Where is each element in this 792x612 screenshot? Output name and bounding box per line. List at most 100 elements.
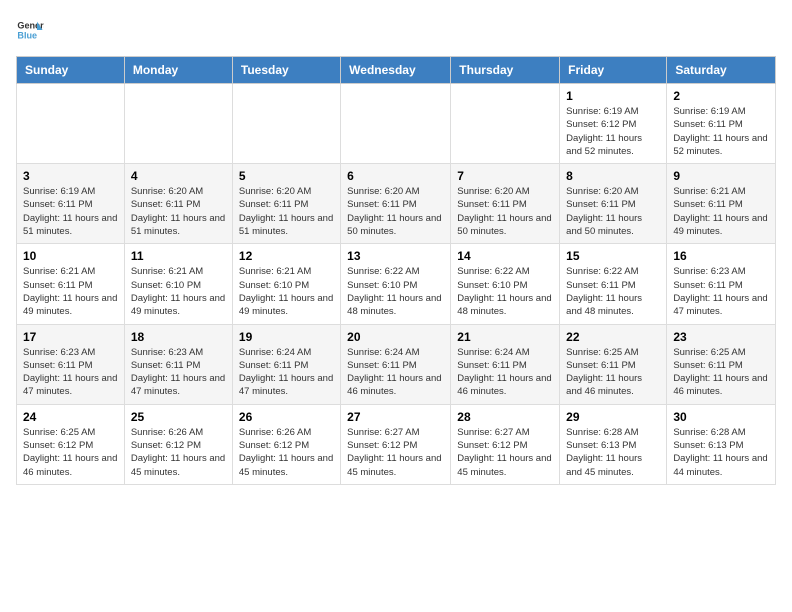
day-cell: 24Sunrise: 6:25 AMSunset: 6:12 PMDayligh…: [17, 404, 125, 484]
header-wednesday: Wednesday: [341, 57, 451, 84]
day-info: Sunrise: 6:28 AMSunset: 6:13 PMDaylight:…: [673, 426, 769, 479]
day-number: 2: [673, 89, 769, 103]
day-number: 29: [566, 410, 660, 424]
day-cell: 8Sunrise: 6:20 AMSunset: 6:11 PMDaylight…: [560, 164, 667, 244]
day-cell: 18 Sunrise: 6:23 AMSunset: 6:11 PMDayligh…: [124, 324, 232, 404]
day-cell: 30 Sunrise: 6:28 AMSunset: 6:13 PMDayligh…: [667, 404, 776, 484]
day-number: 30: [673, 410, 769, 424]
day-info: Sunrise: 6:20 AMSunset: 6:11 PMDaylight:…: [131, 185, 226, 238]
day-cell: 7 Sunrise: 6:20 AMSunset: 6:11 PMDaylight…: [451, 164, 560, 244]
day-number: 13: [347, 249, 444, 263]
day-cell: 13 Sunrise: 6:22 AMSunset: 6:10 PMDayligh…: [341, 244, 451, 324]
day-cell: 1 Sunrise: 6:19 AMSunset: 6:12 PMDaylight…: [560, 84, 667, 164]
day-number: 6: [347, 169, 444, 183]
day-cell: [451, 84, 560, 164]
day-cell: 4 Sunrise: 6:20 AMSunset: 6:11 PMDaylight…: [124, 164, 232, 244]
day-number: 5: [239, 169, 334, 183]
day-cell: 20 Sunrise: 6:24 AMSunset: 6:11 PMDayligh…: [341, 324, 451, 404]
day-cell: 2Sunrise: 6:19 AMSunset: 6:11 PMDaylight…: [667, 84, 776, 164]
day-info: Sunrise: 6:19 AMSunset: 6:11 PMDaylight:…: [23, 185, 118, 238]
day-info: Sunrise: 6:25 AMSunset: 6:11 PMDaylight:…: [673, 346, 769, 399]
day-cell: 10Sunrise: 6:21 AMSunset: 6:11 PMDayligh…: [17, 244, 125, 324]
day-cell: 11 Sunrise: 6:21 AMSunset: 6:10 PMDayligh…: [124, 244, 232, 324]
day-number: 14: [457, 249, 553, 263]
day-number: 23: [673, 330, 769, 344]
day-number: 25: [131, 410, 226, 424]
day-number: 16: [673, 249, 769, 263]
week-row-4: 17 Sunrise: 6:23 AMSunset: 6:11 PMDayligh…: [17, 324, 776, 404]
day-number: 7: [457, 169, 553, 183]
day-info: Sunrise: 6:21 AMSunset: 6:11 PMDaylight:…: [673, 185, 769, 238]
day-number: 22: [566, 330, 660, 344]
day-cell: [232, 84, 340, 164]
day-cell: 14 Sunrise: 6:22 AMSunset: 6:10 PMDayligh…: [451, 244, 560, 324]
day-info: Sunrise: 6:22 AMSunset: 6:10 PMDaylight:…: [347, 265, 444, 318]
day-cell: 9 Sunrise: 6:21 AMSunset: 6:11 PMDaylight…: [667, 164, 776, 244]
day-info: Sunrise: 6:22 AMSunset: 6:10 PMDaylight:…: [457, 265, 553, 318]
day-cell: 3Sunrise: 6:19 AMSunset: 6:11 PMDaylight…: [17, 164, 125, 244]
day-info: Sunrise: 6:28 AMSunset: 6:13 PMDaylight:…: [566, 426, 660, 479]
header-monday: Monday: [124, 57, 232, 84]
day-number: 17: [23, 330, 118, 344]
day-number: 27: [347, 410, 444, 424]
day-cell: 23 Sunrise: 6:25 AMSunset: 6:11 PMDayligh…: [667, 324, 776, 404]
day-number: 15: [566, 249, 660, 263]
day-cell: 5 Sunrise: 6:20 AMSunset: 6:11 PMDaylight…: [232, 164, 340, 244]
day-info: Sunrise: 6:21 AMSunset: 6:10 PMDaylight:…: [239, 265, 334, 318]
day-cell: 16Sunrise: 6:23 AMSunset: 6:11 PMDayligh…: [667, 244, 776, 324]
day-cell: 19 Sunrise: 6:24 AMSunset: 6:11 PMDayligh…: [232, 324, 340, 404]
day-number: 12: [239, 249, 334, 263]
header-sunday: Sunday: [17, 57, 125, 84]
header-friday: Friday: [560, 57, 667, 84]
day-info: Sunrise: 6:21 AMSunset: 6:10 PMDaylight:…: [131, 265, 226, 318]
header-saturday: Saturday: [667, 57, 776, 84]
day-info: Sunrise: 6:27 AMSunset: 6:12 PMDaylight:…: [457, 426, 553, 479]
day-number: 19: [239, 330, 334, 344]
day-cell: 27Sunrise: 6:27 AMSunset: 6:12 PMDayligh…: [341, 404, 451, 484]
day-cell: 29 Sunrise: 6:28 AMSunset: 6:13 PMDayligh…: [560, 404, 667, 484]
header-thursday: Thursday: [451, 57, 560, 84]
day-info: Sunrise: 6:20 AMSunset: 6:11 PMDaylight:…: [239, 185, 334, 238]
day-cell: 21Sunrise: 6:24 AMSunset: 6:11 PMDayligh…: [451, 324, 560, 404]
day-info: Sunrise: 6:23 AMSunset: 6:11 PMDaylight:…: [131, 346, 226, 399]
calendar-table: SundayMondayTuesdayWednesdayThursdayFrid…: [16, 56, 776, 485]
day-info: Sunrise: 6:25 AMSunset: 6:11 PMDaylight:…: [566, 346, 660, 399]
day-cell: 17 Sunrise: 6:23 AMSunset: 6:11 PMDayligh…: [17, 324, 125, 404]
week-row-5: 24Sunrise: 6:25 AMSunset: 6:12 PMDayligh…: [17, 404, 776, 484]
day-number: 9: [673, 169, 769, 183]
day-info: Sunrise: 6:26 AMSunset: 6:12 PMDaylight:…: [131, 426, 226, 479]
calendar-header-row: SundayMondayTuesdayWednesdayThursdayFrid…: [17, 57, 776, 84]
day-number: 1: [566, 89, 660, 103]
page-header: General Blue: [16, 16, 776, 44]
day-info: Sunrise: 6:19 AMSunset: 6:12 PMDaylight:…: [566, 105, 660, 158]
logo-icon: General Blue: [16, 16, 44, 44]
day-number: 11: [131, 249, 226, 263]
week-row-2: 3Sunrise: 6:19 AMSunset: 6:11 PMDaylight…: [17, 164, 776, 244]
day-info: Sunrise: 6:21 AMSunset: 6:11 PMDaylight:…: [23, 265, 118, 318]
day-number: 4: [131, 169, 226, 183]
day-info: Sunrise: 6:20 AMSunset: 6:11 PMDaylight:…: [457, 185, 553, 238]
day-info: Sunrise: 6:26 AMSunset: 6:12 PMDaylight:…: [239, 426, 334, 479]
day-cell: 12 Sunrise: 6:21 AMSunset: 6:10 PMDayligh…: [232, 244, 340, 324]
day-info: Sunrise: 6:23 AMSunset: 6:11 PMDaylight:…: [23, 346, 118, 399]
day-number: 28: [457, 410, 553, 424]
day-number: 24: [23, 410, 118, 424]
day-cell: 22 Sunrise: 6:25 AMSunset: 6:11 PMDayligh…: [560, 324, 667, 404]
day-cell: 26Sunrise: 6:26 AMSunset: 6:12 PMDayligh…: [232, 404, 340, 484]
day-cell: 25 Sunrise: 6:26 AMSunset: 6:12 PMDayligh…: [124, 404, 232, 484]
day-number: 8: [566, 169, 660, 183]
logo: General Blue: [16, 16, 48, 44]
day-info: Sunrise: 6:20 AMSunset: 6:11 PMDaylight:…: [347, 185, 444, 238]
day-info: Sunrise: 6:24 AMSunset: 6:11 PMDaylight:…: [457, 346, 553, 399]
day-cell: [124, 84, 232, 164]
day-cell: 28 Sunrise: 6:27 AMSunset: 6:12 PMDayligh…: [451, 404, 560, 484]
day-cell: [17, 84, 125, 164]
day-info: Sunrise: 6:24 AMSunset: 6:11 PMDaylight:…: [347, 346, 444, 399]
week-row-3: 10Sunrise: 6:21 AMSunset: 6:11 PMDayligh…: [17, 244, 776, 324]
header-tuesday: Tuesday: [232, 57, 340, 84]
day-number: 18: [131, 330, 226, 344]
day-info: Sunrise: 6:24 AMSunset: 6:11 PMDaylight:…: [239, 346, 334, 399]
day-number: 20: [347, 330, 444, 344]
day-info: Sunrise: 6:22 AMSunset: 6:11 PMDaylight:…: [566, 265, 660, 318]
day-cell: 15 Sunrise: 6:22 AMSunset: 6:11 PMDayligh…: [560, 244, 667, 324]
